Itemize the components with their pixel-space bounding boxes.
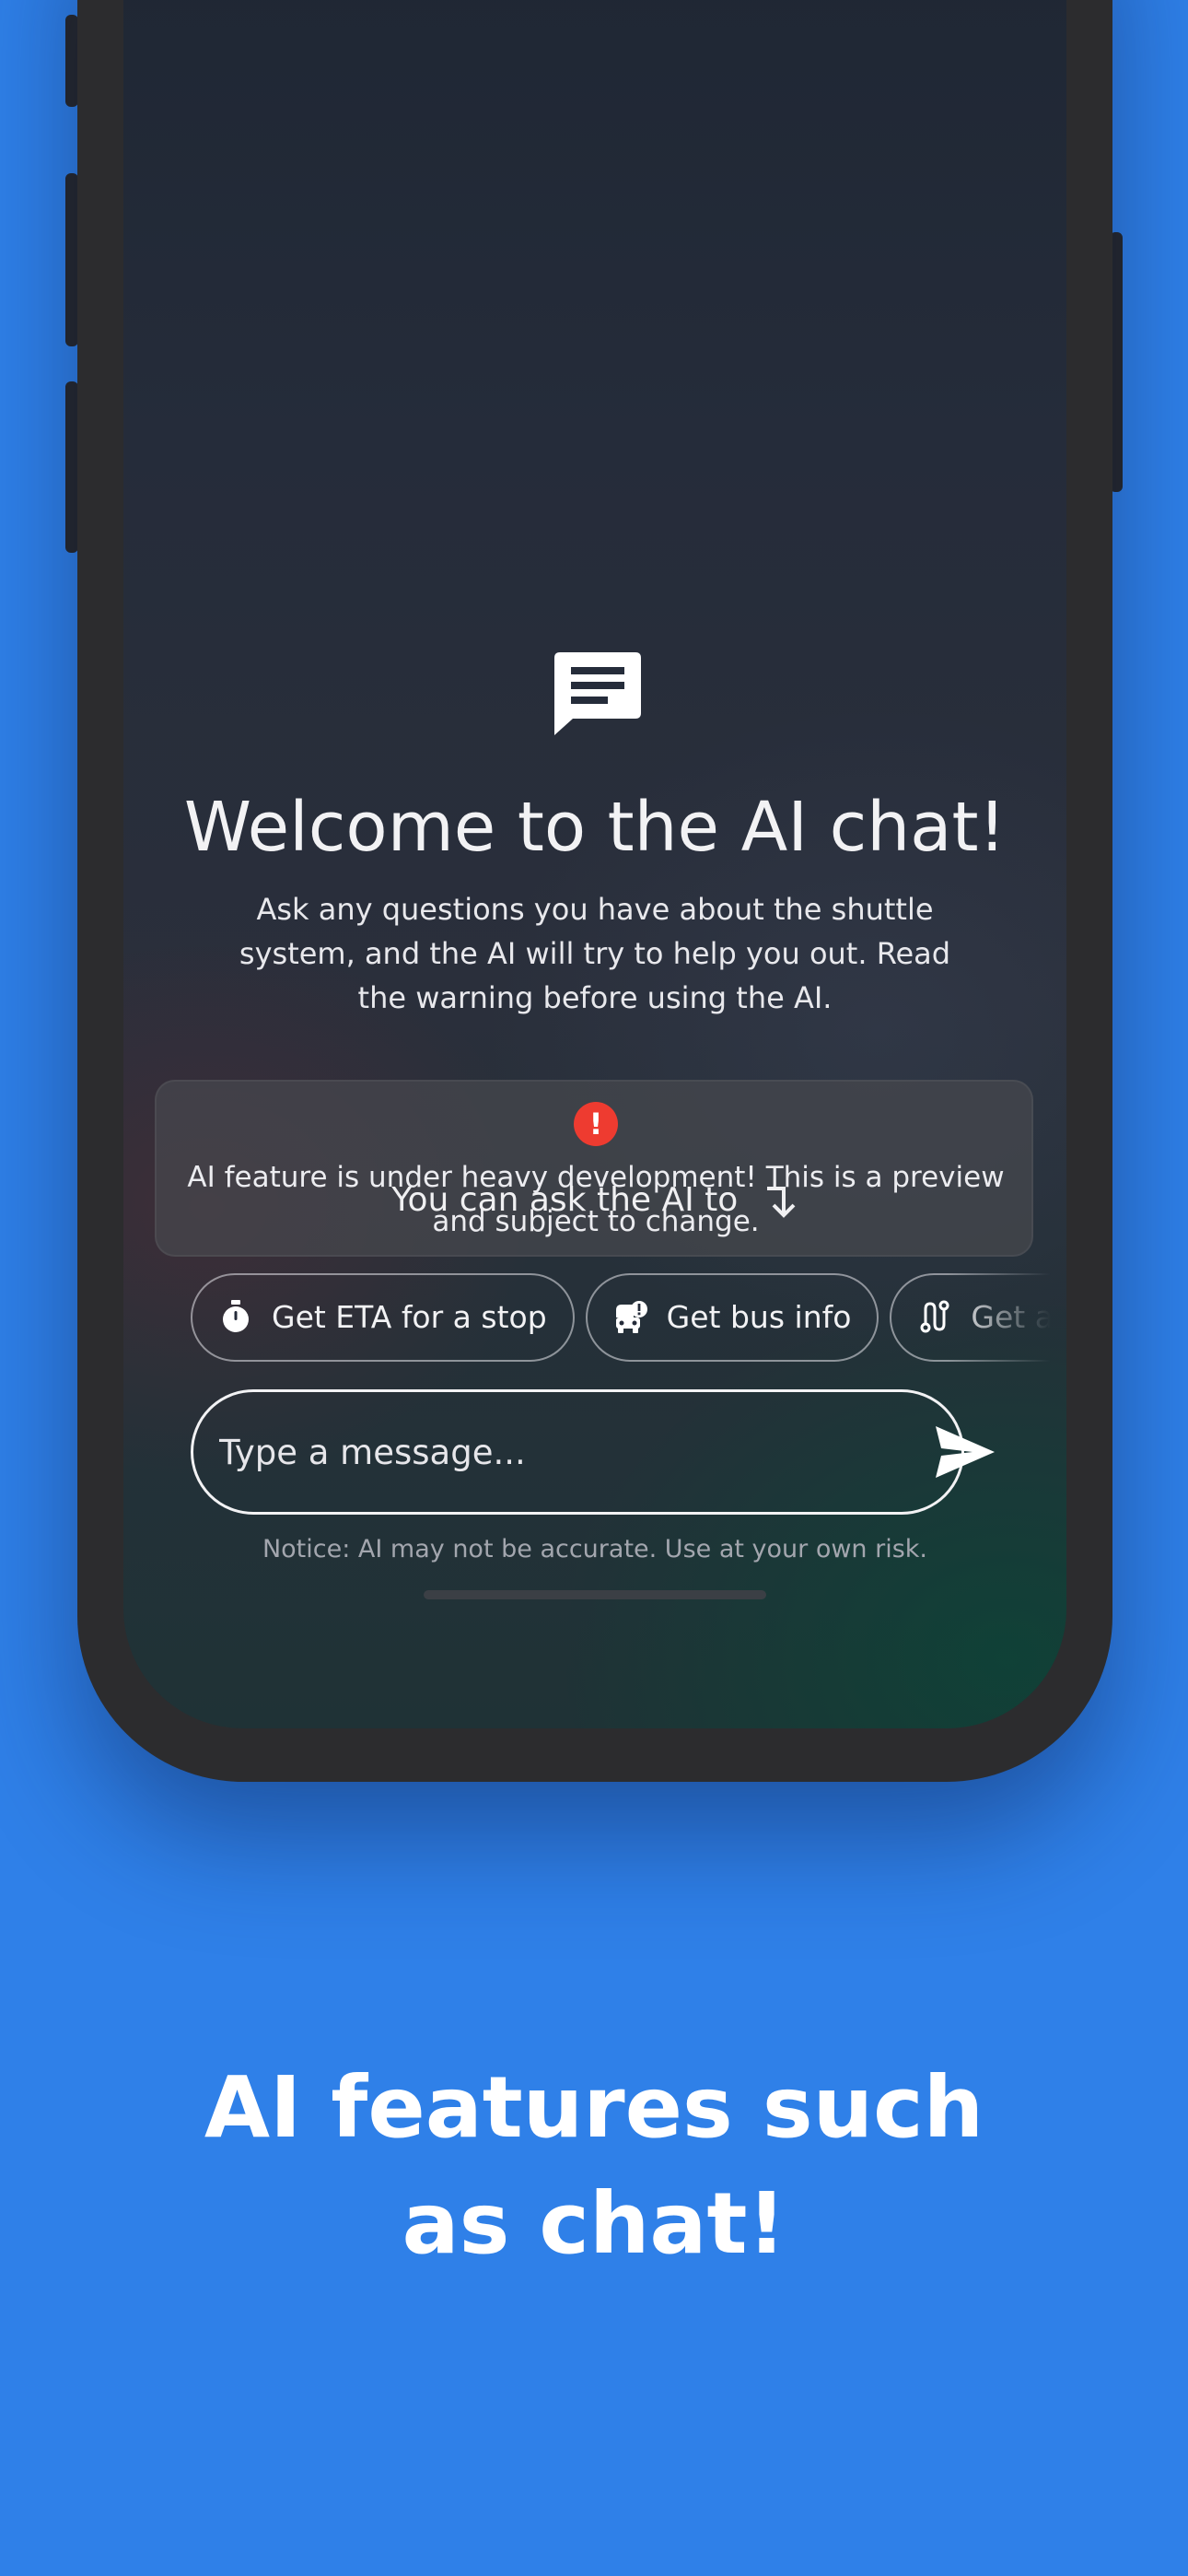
suggestion-chip-eta[interactable]: Get ETA for a stop bbox=[191, 1273, 575, 1362]
promo-caption: AI features such as chat! bbox=[0, 2050, 1188, 2282]
bus-alert-icon bbox=[615, 1300, 647, 1333]
exclamation-icon: ! bbox=[574, 1102, 618, 1146]
stopwatch-icon bbox=[223, 1299, 249, 1332]
message-input[interactable] bbox=[191, 1389, 964, 1515]
warning-card: ! AI feature is under heavy development!… bbox=[155, 1080, 1033, 1257]
turn-down-arrow-icon bbox=[766, 1187, 796, 1218]
promo-caption-line2: as chat! bbox=[402, 2174, 786, 2273]
suggestion-chip-label: Get ETA for a stop bbox=[272, 1299, 547, 1335]
promo-caption-line1: AI features such bbox=[204, 2058, 984, 2157]
volume-down-button bbox=[65, 381, 78, 553]
welcome-title: Welcome to the AI chat! bbox=[183, 788, 1007, 867]
suggestion-chips[interactable]: Get ETA for a stop Get bus info Get a bbox=[191, 1273, 1051, 1362]
ask-label: You can ask the AI to bbox=[123, 1181, 1066, 1220]
route-icon bbox=[920, 1300, 949, 1332]
send-icon[interactable] bbox=[932, 1423, 998, 1481]
ask-label-text: You can ask the AI to bbox=[391, 1181, 739, 1219]
suggestion-chip-label: Get bus info bbox=[666, 1299, 852, 1335]
suggestion-chip-stops[interactable]: Get all stops bbox=[890, 1273, 1051, 1362]
volume-silent-switch bbox=[65, 15, 78, 107]
accuracy-notice: Notice: AI may not be accurate. Use at y… bbox=[262, 1535, 928, 1563]
phone-frame: Welcome to the AI chat! Ask any question… bbox=[77, 0, 1112, 1782]
suggestion-chip-bus[interactable]: Get bus info bbox=[585, 1273, 879, 1362]
suggestion-chip-label: Get all stops bbox=[971, 1299, 1051, 1335]
welcome-description: Ask any questions you have about the shu… bbox=[239, 892, 951, 1015]
volume-up-button bbox=[65, 173, 78, 346]
home-indicator bbox=[424, 1590, 766, 1599]
phone-screen: Welcome to the AI chat! Ask any question… bbox=[123, 0, 1066, 1728]
chat-bubble-icon bbox=[554, 652, 641, 735]
